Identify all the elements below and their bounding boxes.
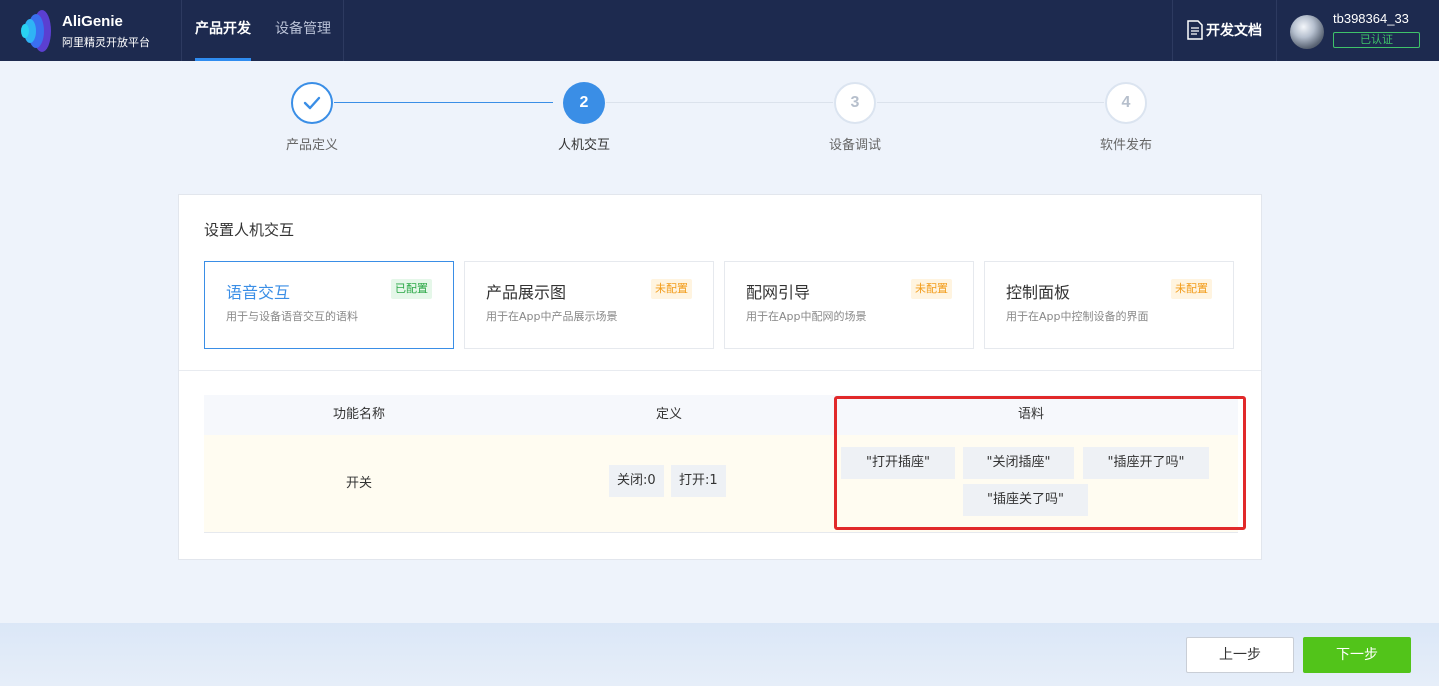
step-3-label: 设备调试: [828, 138, 881, 153]
next-step-button[interactable]: 下一步: [1303, 637, 1411, 673]
status-badge: 未配置: [1171, 279, 1212, 299]
tab-product-dev[interactable]: 产品开发: [195, 0, 251, 61]
tab-label: 产品开发: [195, 21, 251, 37]
corpus-highlight-box: [834, 396, 1246, 530]
section-title: 设置人机交互: [204, 221, 295, 239]
type-card-desc: 用于在App中控制设备的界面: [1006, 310, 1149, 323]
docs-link[interactable]: 开发文档: [1186, 20, 1262, 40]
docs-label: 开发文档: [1206, 23, 1262, 39]
type-card-name: 语音交互: [226, 283, 291, 302]
type-card-network-guide[interactable]: 配网引导 未配置 用于在App中配网的场景: [724, 261, 974, 349]
nav-divider: [1172, 0, 1173, 61]
brand-subtitle: 阿里精灵开放平台: [62, 36, 150, 49]
type-card-desc: 用于在App中产品展示场景: [486, 310, 618, 323]
column-header-definition: 定义: [655, 407, 682, 422]
status-badge: 已配置: [391, 279, 432, 299]
section-divider: [179, 370, 1261, 371]
step-4-circle: 4: [1105, 82, 1147, 124]
tab-label: 设备管理: [275, 21, 331, 37]
status-badge: 未配置: [651, 279, 692, 299]
checkmark-icon: [303, 96, 321, 110]
step-4-label: 软件发布: [1099, 138, 1152, 153]
type-card-name: 控制面板: [1006, 283, 1071, 302]
column-header-function: 功能名称: [332, 407, 385, 422]
type-card-name: 配网引导: [746, 283, 811, 302]
type-card-voice[interactable]: 语音交互 已配置 用于与设备语音交互的语料: [204, 261, 454, 349]
step-connector: [877, 102, 1104, 103]
top-navbar: AliGenie 阿里精灵开放平台 产品开发 设备管理 开发文档 tb39836…: [0, 0, 1439, 61]
active-tab-indicator: [195, 58, 251, 61]
nav-divider: [181, 0, 182, 61]
definition-tag: 关闭:0: [609, 465, 664, 497]
type-card-control-panel[interactable]: 控制面板 未配置 用于在App中控制设备的界面: [984, 261, 1234, 349]
type-card-product-image[interactable]: 产品展示图 未配置 用于在App中产品展示场景: [464, 261, 714, 349]
tab-device-management[interactable]: 设备管理: [275, 0, 331, 61]
username[interactable]: tb398364_33: [1333, 11, 1409, 26]
step-1-label: 产品定义: [285, 138, 338, 153]
nav-divider: [343, 0, 344, 61]
prev-step-button[interactable]: 上一步: [1186, 637, 1294, 673]
function-name: 开关: [345, 476, 372, 491]
definition-tag: 打开:1: [671, 465, 726, 497]
verified-badge: 已认证: [1333, 32, 1420, 48]
step-3-circle: 3: [834, 82, 876, 124]
document-icon: [1187, 20, 1203, 40]
status-badge: 未配置: [911, 279, 952, 299]
step-1-circle: [291, 82, 333, 124]
type-card-name: 产品展示图: [486, 283, 567, 302]
step-connector-done: [334, 102, 553, 103]
step-2-label: 人机交互: [557, 138, 610, 153]
step-connector: [606, 102, 833, 103]
type-card-desc: 用于在App中配网的场景: [746, 310, 867, 323]
avatar[interactable]: [1290, 15, 1324, 49]
aligenie-logo[interactable]: [16, 8, 56, 54]
step-2-circle: 2: [563, 82, 605, 124]
brand-name: AliGenie: [62, 13, 123, 30]
nav-divider: [1276, 0, 1277, 61]
type-card-desc: 用于与设备语音交互的语料: [226, 310, 358, 323]
